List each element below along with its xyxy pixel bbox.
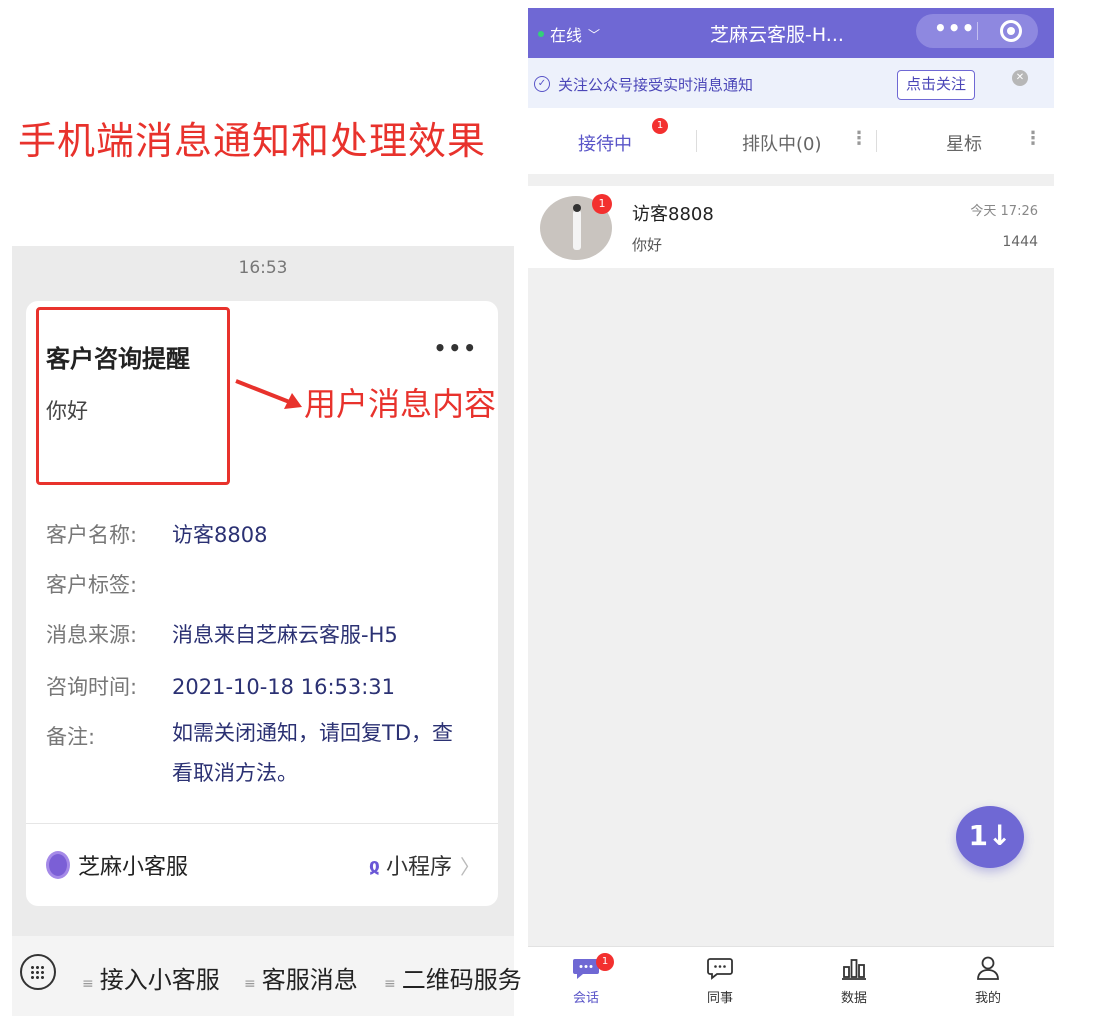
field-label: 备注: — [46, 725, 96, 749]
field-message-source: 消息来源: 消息来自芝麻云客服-H5 — [46, 619, 398, 649]
follow-text: 关注公众号接受实时消息通知 — [558, 76, 754, 94]
message-time: 今天 17:26 — [970, 204, 1038, 219]
capsule-divider — [977, 22, 978, 40]
menu-lines-icon: ≡ — [82, 976, 94, 992]
visitor-name: 访客8808 — [632, 204, 714, 225]
online-dot-icon — [538, 31, 544, 37]
nav-label: 会话 — [572, 991, 599, 1006]
screenshot-stage: 手机端消息通知和处理效果 16:53 客户咨询提醒 ••• 你好 用户消息内容 … — [0, 0, 1094, 1036]
close-target-icon[interactable] — [1000, 20, 1022, 42]
last-message: 你好 — [632, 236, 663, 254]
field-label: 消息来源: — [46, 623, 138, 647]
notification-card[interactable]: 客户咨询提醒 ••• 你好 用户消息内容 客户名称: 访客8808 客户标签: 消… — [26, 301, 498, 906]
app-name: 芝麻小客服 — [78, 855, 189, 880]
tab-label: 接待中 — [578, 134, 632, 155]
message-icon — [707, 958, 733, 980]
field-note: 备注: 如需关闭通知，请回复TD，查看取消方法。 — [46, 721, 472, 793]
field-customer-tag: 客户标签: — [46, 569, 172, 599]
status-time: 16:53 — [238, 258, 288, 278]
field-value: 访客8808 — [172, 523, 268, 547]
field-label: 客户名称: — [46, 523, 138, 547]
nav-label: 数据 — [840, 991, 867, 1006]
chevron-down-icon: ﹀ — [588, 27, 601, 42]
tab-label: 星标 — [946, 134, 982, 155]
annotation-arrow-icon — [235, 379, 302, 409]
bottom-nav: 1 会话 同事 数据 我的 — [528, 946, 1054, 1020]
miniprogram-capsule: ••• — [916, 14, 1038, 48]
field-value: 消息来自芝麻云客服-H5 — [172, 623, 398, 647]
nav-item-chat[interactable]: 1 会话 — [556, 953, 616, 1006]
nav-label: 我的 — [974, 991, 1001, 1006]
menu-item-label: 客服消息 — [261, 966, 358, 994]
tab-serving[interactable]: 接待中 — [578, 130, 632, 156]
mini-program-link[interactable]: ჲ 小程序 〉 — [369, 849, 480, 881]
nav-item-me[interactable]: 我的 — [958, 955, 1018, 1006]
menu-lines-icon: ≡ — [384, 976, 396, 992]
official-account-menu: ≡ 接入小客服 ≡ 客服消息 ≡ 二维码服务 — [12, 936, 522, 1016]
field-label: 咨询时间: — [46, 675, 138, 699]
menu-item-qrcode[interactable]: ≡ 二维码服务 — [384, 960, 522, 995]
nav-item-data[interactable]: 数据 — [824, 955, 884, 1006]
tab-badge: 1 — [652, 118, 668, 134]
mini-program-icon: ჲ — [368, 853, 380, 877]
card-divider — [26, 823, 498, 824]
more-button[interactable]: ••• — [934, 16, 975, 40]
menu-item-label: 二维码服务 — [401, 966, 522, 994]
card-more-button[interactable]: ••• — [434, 336, 478, 360]
tab-label: 排队中(0) — [742, 134, 822, 155]
card-title: 客户咨询提醒 — [46, 345, 190, 373]
annotation-label: 用户消息内容 — [304, 385, 497, 423]
switch-fab-button[interactable]: 1↓ — [956, 806, 1024, 868]
follow-button[interactable]: 点击关注 — [897, 70, 976, 100]
field-label: 客户标签: — [46, 573, 138, 597]
customer-service-app: 在线 ﹀ 芝麻云客服-H... ••• ✓ 关注公众号接受实时消息通知 点击关注… — [528, 8, 1054, 1020]
app-title: 芝麻云客服-H... — [710, 24, 844, 46]
field-value: 如需关闭通知，请回复TD，查看取消方法。 — [172, 721, 453, 785]
tab-starred[interactable]: 星标 — [946, 130, 982, 156]
chevron-right-icon: 〉 — [460, 854, 480, 879]
avatar-head — [573, 204, 581, 212]
kebab-icon[interactable]: ⋮ — [1024, 128, 1042, 149]
card-message: 你好 — [46, 399, 88, 423]
headline: 手机端消息通知和处理效果 — [18, 119, 487, 163]
status-label: 在线 — [550, 26, 583, 45]
nav-label: 同事 — [706, 991, 733, 1006]
bar-chart-icon — [842, 959, 866, 980]
tab-divider — [696, 130, 697, 152]
wechat-notification-screen: 16:53 客户咨询提醒 ••• 你好 用户消息内容 客户名称: 访客8808 客… — [12, 246, 522, 1016]
check-circle-icon: ✓ — [534, 76, 550, 92]
mini-program-label: 小程序 — [385, 855, 452, 880]
menu-item-service-msg[interactable]: ≡ 客服消息 — [244, 960, 358, 995]
message-count: 1444 — [1002, 234, 1038, 250]
close-icon[interactable]: ✕ — [1012, 70, 1028, 86]
menu-lines-icon: ≡ — [244, 976, 256, 992]
nav-badge: 1 — [596, 953, 614, 971]
app-logo-icon — [46, 851, 70, 879]
app-header: 在线 ﹀ 芝麻云客服-H... ••• — [528, 8, 1054, 58]
follow-banner: ✓ 关注公众号接受实时消息通知 点击关注 ✕ — [528, 58, 1054, 108]
menu-item-label: 接入小客服 — [99, 966, 220, 994]
avatar-figure — [573, 210, 581, 250]
field-customer-name: 客户名称: 访客8808 — [46, 519, 267, 549]
field-value: 2021-10-18 16:53:31 — [172, 675, 396, 699]
field-consult-time: 咨询时间: 2021-10-18 16:53:31 — [46, 671, 395, 701]
conversation-tabs: 接待中 1 排队中(0) ⋮ 星标 ⋮ — [528, 108, 1054, 174]
conversation-item[interactable]: 1 访客8808 你好 今天 17:26 1444 — [528, 186, 1054, 268]
tab-divider — [876, 130, 877, 152]
nav-item-colleagues[interactable]: 同事 — [690, 955, 750, 1006]
unread-badge: 1 — [592, 194, 612, 214]
status-selector[interactable]: 在线 ﹀ — [538, 22, 600, 46]
keyboard-icon[interactable] — [20, 954, 56, 990]
kebab-icon[interactable]: ⋮ — [850, 128, 868, 149]
card-footer-app[interactable]: 芝麻小客服 — [46, 849, 188, 881]
menu-item-access[interactable]: ≡ 接入小客服 — [82, 960, 220, 995]
user-icon — [977, 956, 999, 980]
tab-queue[interactable]: 排队中(0) — [742, 130, 822, 156]
